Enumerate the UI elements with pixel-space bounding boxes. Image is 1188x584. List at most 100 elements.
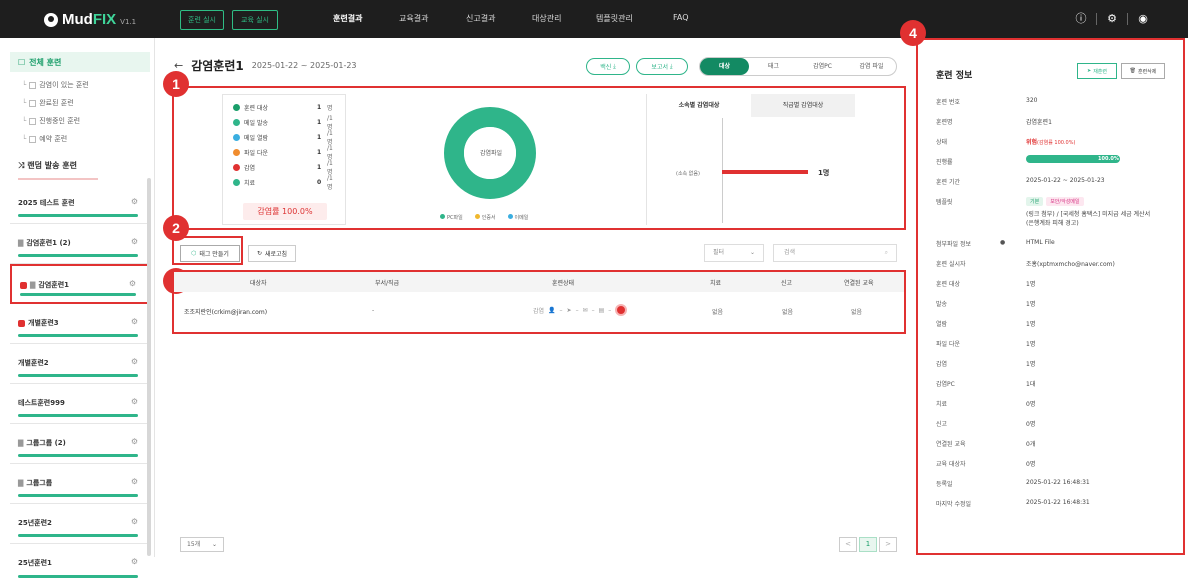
column-header-status[interactable]: 훈련상태 (552, 278, 574, 287)
status-label: 감염 (533, 307, 545, 315)
download-icon: ⤓ (613, 62, 616, 70)
filter-select[interactable]: 필터 ⌄ (704, 244, 764, 262)
gear-icon[interactable]: ⚙ (131, 357, 138, 366)
nav-report-results[interactable]: 신고결과 (466, 13, 495, 24)
prev-page-button[interactable]: < (839, 537, 857, 552)
column-header-education[interactable]: 연결된 교육 (844, 278, 874, 287)
sidebar-filter-scheduled[interactable]: └ 예약 훈련 (22, 134, 67, 144)
folder-icon: ▇ (30, 281, 36, 289)
app-logo[interactable]: MudFIX V1.1 (44, 11, 136, 28)
refresh-button[interactable]: ↻ 새로고침 (248, 245, 296, 262)
start-education-button[interactable]: 교육 실시 (232, 10, 278, 30)
gear-icon[interactable]: ⚙ (131, 477, 138, 486)
next-page-button[interactable]: > (879, 537, 897, 552)
gear-icon[interactable]: ⚙ (131, 557, 138, 566)
sidebar-group[interactable]: 개별훈련2 ⚙ (10, 344, 150, 384)
sidebar-group-selected[interactable]: ▇ 감염훈련1 ⚙ (10, 264, 150, 304)
info-label: 연결된 교육 (936, 441, 966, 448)
sidebar-filter-completed[interactable]: └ 완료된 훈련 (22, 98, 74, 108)
tab-target[interactable]: 대상 (700, 58, 749, 75)
info-label: 감염 (936, 361, 948, 368)
page-size-select[interactable]: 15개 ⌄ (180, 537, 224, 552)
sidebar-filter-in-progress[interactable]: └ 진행중인 훈련 (22, 116, 80, 126)
group-name: 그룹그룹 (26, 479, 53, 487)
column-header-target[interactable]: 대상자 (250, 278, 267, 287)
stat-value: 1 (317, 104, 322, 111)
stat-unit: /1명 (327, 129, 333, 146)
start-training-button[interactable]: 훈련 실시 (180, 10, 224, 30)
donut-legend: PC파일 인증서 이메일 (440, 214, 528, 221)
tab-by-department[interactable]: 소속별 감염대상 (647, 94, 751, 117)
tab-infected-pc[interactable]: 감염PC (798, 58, 847, 75)
tab-by-rank[interactable]: 직급별 감염대상 (751, 94, 855, 117)
info-panel-title: 훈련 정보 (936, 71, 973, 81)
retrain-button[interactable]: ➤ 재훈련 (1077, 63, 1117, 79)
info-label: 훈련 기간 (936, 179, 960, 186)
vaccine-download-button[interactable]: 백신 ⤓ (586, 58, 630, 75)
nav-template-management[interactable]: 템플릿관리 (596, 13, 633, 24)
info-label: 열람 (936, 321, 948, 328)
create-tag-button[interactable]: ⬡ 태그 만들기 (180, 245, 240, 262)
report-download-button[interactable]: 보고서 ⤓ (636, 58, 688, 75)
group-name: 25년훈련1 (18, 559, 52, 567)
tab-infected-file[interactable]: 감염 파일 (847, 58, 896, 75)
group-name: 그룹그룹 (2) (26, 439, 66, 447)
nav-faq[interactable]: FAQ (673, 13, 689, 22)
column-header-treatment[interactable]: 치료 (710, 278, 721, 287)
tab-tag[interactable]: 태그 (749, 58, 798, 75)
checkbox[interactable] (29, 117, 37, 125)
sidebar-filter-infected[interactable]: └ 감염이 있는 훈련 (22, 80, 89, 90)
bar-no-department (722, 170, 808, 174)
info-value: 1명 (1026, 341, 1036, 348)
gear-icon[interactable]: ⚙ (131, 437, 138, 446)
info-value: 1대 (1026, 381, 1036, 388)
checkbox[interactable] (29, 99, 37, 107)
nav-training-results[interactable]: 훈련결과 (333, 13, 362, 24)
checkbox[interactable] (29, 135, 37, 143)
sidebar-group[interactable]: 2025 테스트 훈련 ⚙ (10, 184, 150, 224)
checkbox[interactable] (29, 81, 37, 89)
gear-icon[interactable]: ⚙ (131, 517, 138, 526)
info-value: 0명 (1026, 401, 1036, 408)
sidebar-group[interactable]: 개별훈련3 ⚙ (10, 304, 150, 344)
sidebar-group[interactable]: 테스트훈련999 ⚙ (10, 384, 150, 424)
sidebar-item-random[interactable]: ⤨ 랜덤 발송 훈련 (18, 160, 77, 171)
sidebar-group[interactable]: ▇ 감염훈련1 (2) ⚙ (10, 224, 150, 264)
gear-icon[interactable]: ⚙ (131, 397, 138, 406)
info-icon[interactable]: ● (1000, 239, 1005, 246)
user-icon[interactable]: ◉ (1136, 12, 1150, 26)
cell-education: 없음 (851, 309, 863, 316)
sidebar-group[interactable]: 25년훈련2 ⚙ (10, 504, 150, 544)
legend-dot (440, 214, 445, 219)
legend-item-email: 이메일 (507, 214, 528, 221)
info-icon[interactable]: ⓘ (1074, 12, 1088, 26)
page-1-button[interactable]: 1 (859, 537, 877, 552)
column-header-department[interactable]: 부서/직급 (375, 278, 399, 287)
gear-icon[interactable]: ⚙ (131, 317, 138, 326)
page-title: 감염훈련1 (191, 59, 244, 73)
status-dot-icon (233, 134, 240, 141)
status-dot-icon (233, 119, 240, 126)
gear-icon[interactable]: ⚙ (131, 197, 138, 206)
sidebar-group[interactable]: ▇ 그룹그룹 ⚙ (10, 464, 150, 504)
gear-icon[interactable]: ⚙ (131, 237, 138, 246)
send-icon: ➤ (1086, 68, 1092, 74)
nav-education-results[interactable]: 교육결과 (399, 13, 428, 24)
nav-target-management[interactable]: 대상관리 (532, 13, 561, 24)
sidebar-group[interactable]: ▇ 그룹그룹 (2) ⚙ (10, 424, 150, 464)
training-info-panel (916, 38, 1185, 555)
inbox-icon: ☐ (18, 57, 26, 67)
delete-training-button[interactable]: 🗑 훈련삭제 (1121, 63, 1165, 79)
gear-icon[interactable]: ⚙ (129, 279, 136, 288)
info-value: 0개 (1026, 441, 1036, 448)
sidebar-item-all-training[interactable]: ☐ 전체 훈련 (10, 52, 150, 72)
sidebar-scrollbar[interactable] (147, 178, 151, 556)
group-progress-bar (18, 414, 138, 417)
search-input[interactable]: 검색 ⌕ (773, 244, 897, 262)
logo-text: MudFIX (62, 11, 117, 28)
column-header-report[interactable]: 신고 (781, 278, 792, 287)
cell-target[interactable]: 조조지란인(crkim@jiran.com) (184, 307, 267, 316)
sidebar-group[interactable]: 25년훈련1 ⚙ (10, 544, 150, 584)
training-date-range: 2025-01-22 ~ 2025-01-23 (251, 61, 357, 70)
gear-icon[interactable]: ⚙ (1105, 12, 1119, 26)
